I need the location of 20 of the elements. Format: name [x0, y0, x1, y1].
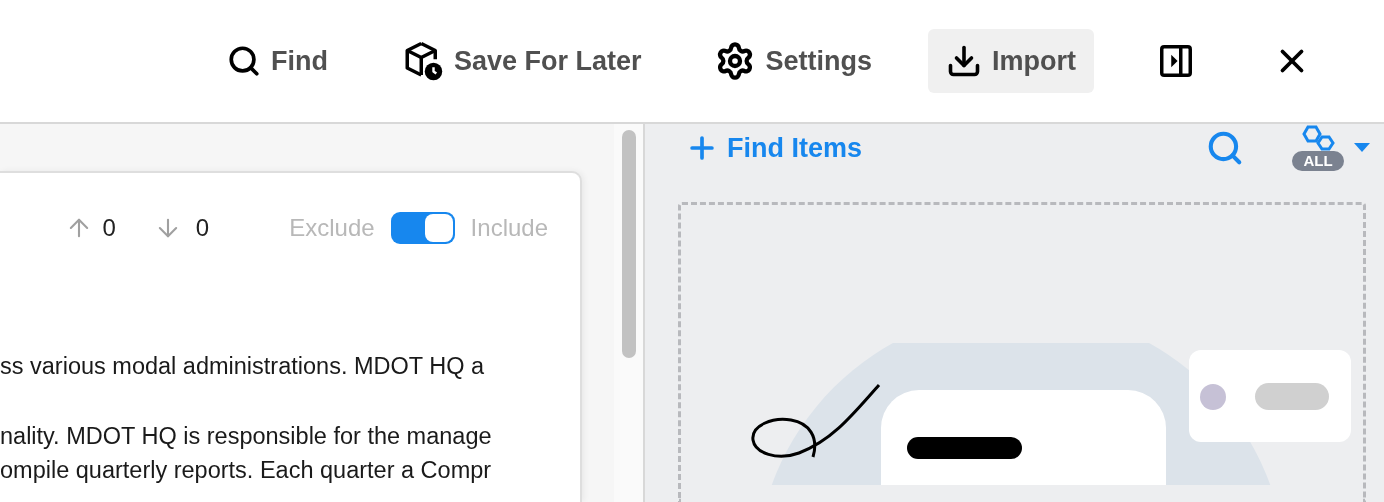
downvote-count: 0 — [195, 213, 210, 243]
toolbar-button[interactable]: Save For Later — [383, 29, 660, 93]
text-line: ompile quarterly reports. Each quarter a Compr — [0, 456, 492, 485]
include-label: Include — [470, 213, 548, 243]
search-button[interactable] — [1206, 129, 1244, 167]
download-icon — [946, 43, 982, 79]
scrollbar-thumb[interactable] — [621, 130, 636, 358]
all-badge: ALL — [1292, 151, 1344, 171]
toolbar-button[interactable]: Find — [208, 29, 346, 93]
text-line: ss various modal administrations. MDOT HQ a — [0, 352, 485, 381]
text-line: nality. MDOT HQ is responsible for the manage — [0, 422, 492, 451]
upvote-count: 0 — [102, 213, 116, 243]
panel-icon — [1157, 42, 1195, 80]
include-toggle[interactable] — [390, 212, 455, 244]
toolbar-button[interactable]: Settings — [697, 29, 890, 93]
caret-down-icon — [1354, 143, 1370, 153]
filter-button[interactable]: ALL — [1292, 125, 1370, 171]
search-icon — [226, 44, 261, 78]
exclude-label: Exclude — [289, 213, 375, 243]
toolbar-button[interactable]: Import — [928, 29, 1094, 93]
